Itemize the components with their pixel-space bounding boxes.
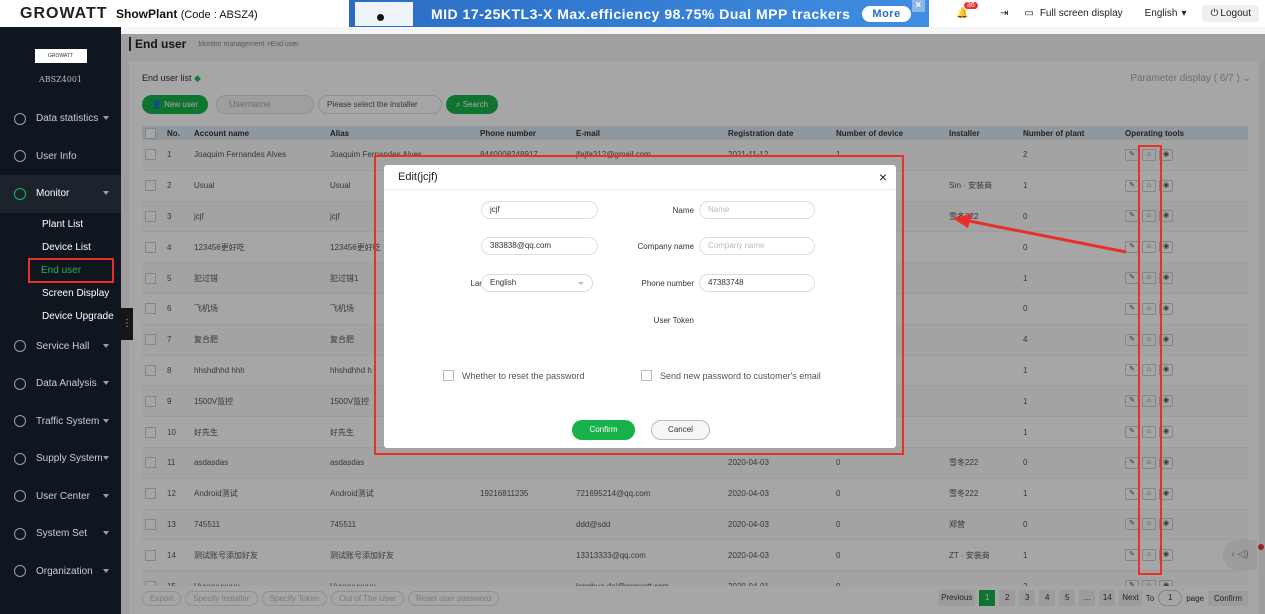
sidebar-item-system-set[interactable]: System Set [0, 515, 121, 553]
sidebar-item-organization[interactable]: Organization [0, 553, 121, 591]
sidebar-item-label: User Info [36, 150, 77, 162]
company-input[interactable]: Company name [699, 237, 815, 255]
chevron-down-icon [103, 343, 109, 348]
user-token-label: User Token [653, 316, 694, 325]
user-icon [14, 150, 26, 163]
cancel-button[interactable]: Cancel [651, 420, 710, 440]
logout-button[interactable]: ⏻ Logout [1202, 5, 1259, 22]
sidebar-item-label: Traffic System [36, 415, 100, 427]
sidebar-sub-device-upgrade[interactable]: Device Upgrade [0, 305, 121, 328]
chevron-down-icon [103, 191, 109, 195]
org-icon [14, 565, 26, 578]
sidebar-item-user-info[interactable]: User Info [0, 138, 121, 176]
chevron-down-icon [103, 531, 109, 535]
growatt-logo: GROWATT [20, 4, 108, 22]
email-input[interactable]: 383838@qq.com [481, 237, 598, 255]
inverter-image [355, 1, 413, 26]
power-icon: ⏻ [1210, 8, 1219, 19]
chevron-down-icon [103, 493, 109, 498]
language-label: English [1144, 8, 1178, 19]
exit-icon[interactable]: ⇥ [1000, 8, 1008, 19]
sidebar-code: ABSZ4001 [38, 75, 83, 84]
promo-banner[interactable]: MID 17-25KTL3-X Max.efficiency 98.75% Du… [349, 0, 929, 27]
sidebar-item-supply-system[interactable]: Supply System [0, 440, 121, 478]
chart-icon [14, 112, 26, 125]
language-dropdown[interactable]: English ▾ [1145, 8, 1187, 19]
alias-input[interactable]: jcjf [481, 201, 598, 219]
sidebar-item-label: Organization [36, 565, 93, 577]
chevron-down-icon [103, 116, 109, 120]
fullscreen-button[interactable]: ▭ Full screen display [1024, 8, 1122, 19]
edit-user-dialog: Edit(jcjf) × Alias jcjf Name Name E-mail… [384, 165, 896, 448]
banner-more-button[interactable]: More [862, 5, 911, 22]
phone-label: Phone number [641, 279, 694, 288]
notification-bell[interactable]: 🔔 36 [955, 2, 978, 19]
caret-down-icon [578, 282, 584, 285]
notification-badge: 36 [963, 2, 978, 9]
sidebar-item-label: Supply System [36, 453, 103, 465]
close-icon[interactable]: × [879, 169, 887, 185]
banner-close-button[interactable]: × [912, 0, 925, 12]
fullscreen-label: Full screen display [1039, 8, 1123, 19]
sidebar-sub-plant-list[interactable]: Plant List [0, 213, 121, 236]
sidebar-item-label: Data statistics [36, 113, 99, 125]
annotation-arrow [952, 214, 1127, 254]
sidebar-menu: Data statistics User Info Monitor Plant … [0, 100, 121, 590]
plant-code: (Code : ABSZ4) [180, 8, 258, 21]
chevron-down-icon [103, 568, 109, 573]
pie-icon [14, 377, 26, 390]
caret-down-icon: ▾ [1181, 8, 1187, 19]
sidebar-item-data-statistics[interactable]: Data statistics [0, 100, 121, 138]
sidebar-item-label: Data Analysis [36, 378, 97, 390]
sidebar-item-data-analysis[interactable]: Data Analysis [0, 365, 121, 403]
sidebar-item-label: System Set [36, 528, 88, 540]
diamond-icon [14, 340, 26, 353]
chevron-down-icon [103, 456, 109, 460]
sidebar-sub-end-user[interactable]: End user [28, 257, 114, 283]
plant-title: ShowPlant (Code : ABSZ4) [116, 7, 258, 21]
sidebar-logo: GROWATT [34, 49, 87, 63]
sidebar-item-label: User Center [36, 490, 90, 502]
send-password-label: Send new password to customer's email [660, 370, 821, 381]
sidebar-item-traffic-system[interactable]: Traffic System [0, 403, 121, 441]
checkbox-box [443, 370, 454, 381]
company-label: Company name [637, 242, 694, 251]
sidebar-item-label: Service Hall [36, 340, 90, 352]
dialog-title: Edit(jcjf) [384, 165, 896, 190]
phone-input[interactable]: 47383748 [699, 274, 815, 292]
chevron-down-icon [103, 418, 109, 423]
top-right-tools: 🔔 36 ⇥ ▭ Full screen display English ▾ ⏻… [956, 0, 1265, 27]
monitor-icon: ▭ [1024, 8, 1034, 19]
highlight-ops-column [1138, 145, 1162, 575]
sidebar-sub-device-list[interactable]: Device List [0, 236, 121, 259]
bell-icon: 🔔 [955, 8, 969, 19]
monitor-icon [14, 187, 26, 200]
chevron-down-icon [103, 381, 109, 385]
sidebar-item-user-center[interactable]: User Center [0, 478, 121, 516]
send-password-checkbox[interactable]: Send new password to customer's email [641, 370, 821, 381]
checkbox-box [641, 370, 652, 381]
language-value: English [490, 278, 517, 287]
gear-icon [14, 527, 26, 540]
reset-password-checkbox[interactable]: Whether to reset the password [443, 370, 585, 381]
plant-name: ShowPlant [116, 6, 178, 21]
sidebar-item-label: Monitor [36, 188, 70, 200]
sidebar-sub-screen-display[interactable]: Screen Display [0, 282, 121, 305]
sidebar: GROWATT ABSZ4001 Data statistics User In… [0, 27, 121, 614]
name-input[interactable]: Name [699, 201, 815, 219]
confirm-button[interactable]: Confirm [572, 420, 635, 440]
banner-text: MID 17-25KTL3-X Max.efficiency 98.75% Du… [431, 5, 851, 22]
reset-password-label: Whether to reset the password [462, 370, 585, 381]
name-label: Name [672, 206, 694, 215]
sidebar-item-service-hall[interactable]: Service Hall [0, 328, 121, 366]
supply-icon [14, 452, 26, 465]
traffic-icon [14, 415, 26, 428]
users-icon [14, 490, 26, 503]
top-bar: GROWATT ShowPlant (Code : ABSZ4) MID 17-… [0, 0, 1265, 27]
language-select[interactable]: English [481, 274, 593, 292]
sidebar-item-monitor[interactable]: Monitor [0, 175, 121, 213]
logout-label: Logout [1220, 8, 1251, 19]
